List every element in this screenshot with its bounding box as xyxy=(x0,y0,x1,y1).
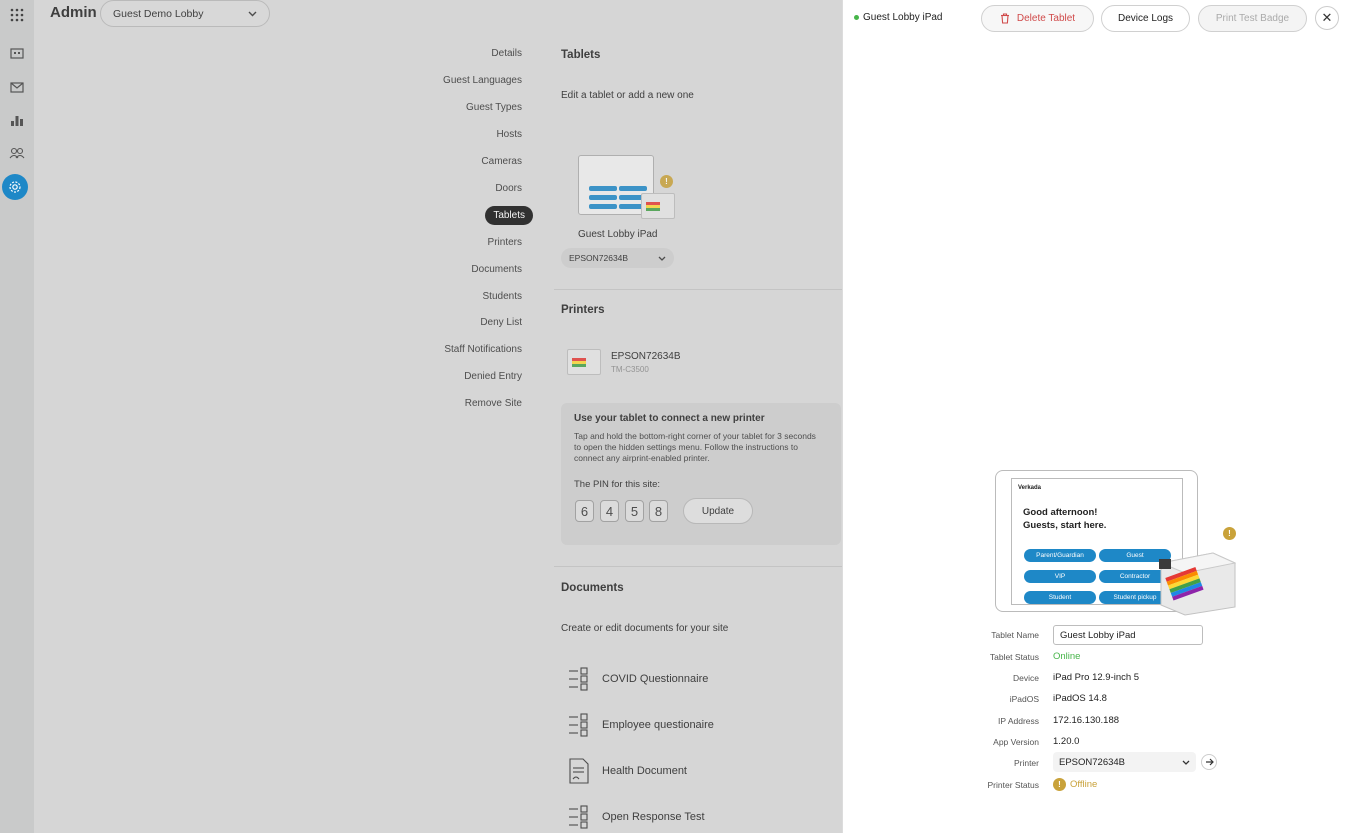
close-icon[interactable]: ✕ xyxy=(1315,6,1339,30)
preview-greeting-line2: Guests, start here. xyxy=(1023,520,1107,531)
people-icon[interactable] xyxy=(6,142,28,164)
ipados-label: iPadOS xyxy=(1009,694,1039,704)
app-version-label: App Version xyxy=(993,737,1039,747)
preview-greeting-line1: Good afternoon! xyxy=(1023,507,1098,518)
tablet-status-label: Tablet Status xyxy=(989,652,1039,662)
device-label: Device xyxy=(1013,673,1039,683)
printer-select-value: EPSON72634B xyxy=(1059,756,1126,768)
chevron-down-icon xyxy=(1182,757,1190,768)
warning-icon: ! xyxy=(1223,527,1236,540)
tablet-detail-panel xyxy=(842,0,1346,833)
warning-icon: ! xyxy=(1053,778,1066,791)
tablet-status-value: Online xyxy=(1053,651,1081,662)
preview-button: VIP xyxy=(1024,570,1096,583)
tablet-name-label: Tablet Name xyxy=(991,630,1039,640)
tablet-name-input[interactable]: Guest Lobby iPad xyxy=(1053,625,1203,645)
preview-button: Parent/Guardian xyxy=(1024,549,1096,562)
left-rail xyxy=(0,0,34,833)
printer-preview-image xyxy=(1155,545,1237,616)
delete-tablet-button[interactable]: Delete Tablet xyxy=(981,5,1094,32)
app-version-value: 1.20.0 xyxy=(1053,736,1080,747)
arrow-right-icon[interactable] xyxy=(1201,754,1217,770)
preview-greeting: Good afternoon! Guests, start here. xyxy=(1023,506,1106,532)
device-logs-button[interactable]: Device Logs xyxy=(1101,5,1190,32)
grid-icon[interactable] xyxy=(6,4,28,26)
settings-icon[interactable] xyxy=(2,174,28,200)
preview-logo: Verkada xyxy=(1018,485,1042,491)
online-status-dot xyxy=(854,15,859,20)
device-value: iPad Pro 12.9-inch 5 xyxy=(1053,672,1140,683)
ipados-value: iPadOS 14.8 xyxy=(1053,693,1107,704)
delete-tablet-label: Delete Tablet xyxy=(1016,13,1076,24)
mail-icon[interactable] xyxy=(6,76,28,98)
modal-backdrop[interactable] xyxy=(34,0,842,833)
ip-address-value: 172.16.130.188 xyxy=(1053,715,1120,726)
printer-status-value: Offline xyxy=(1070,779,1098,790)
trash-icon xyxy=(1000,13,1009,24)
printer-status-label: Printer Status xyxy=(987,780,1040,790)
printer-select[interactable]: EPSON72634B xyxy=(1053,752,1196,772)
preview-button: Student xyxy=(1024,591,1096,604)
ip-address-label: IP Address xyxy=(998,716,1039,726)
chart-icon[interactable] xyxy=(6,109,28,131)
building-icon[interactable] xyxy=(6,42,28,64)
print-test-badge-button[interactable]: Print Test Badge xyxy=(1198,5,1307,32)
printer-label: Printer xyxy=(1013,758,1039,768)
panel-title: Guest Lobby iPad xyxy=(863,12,943,23)
